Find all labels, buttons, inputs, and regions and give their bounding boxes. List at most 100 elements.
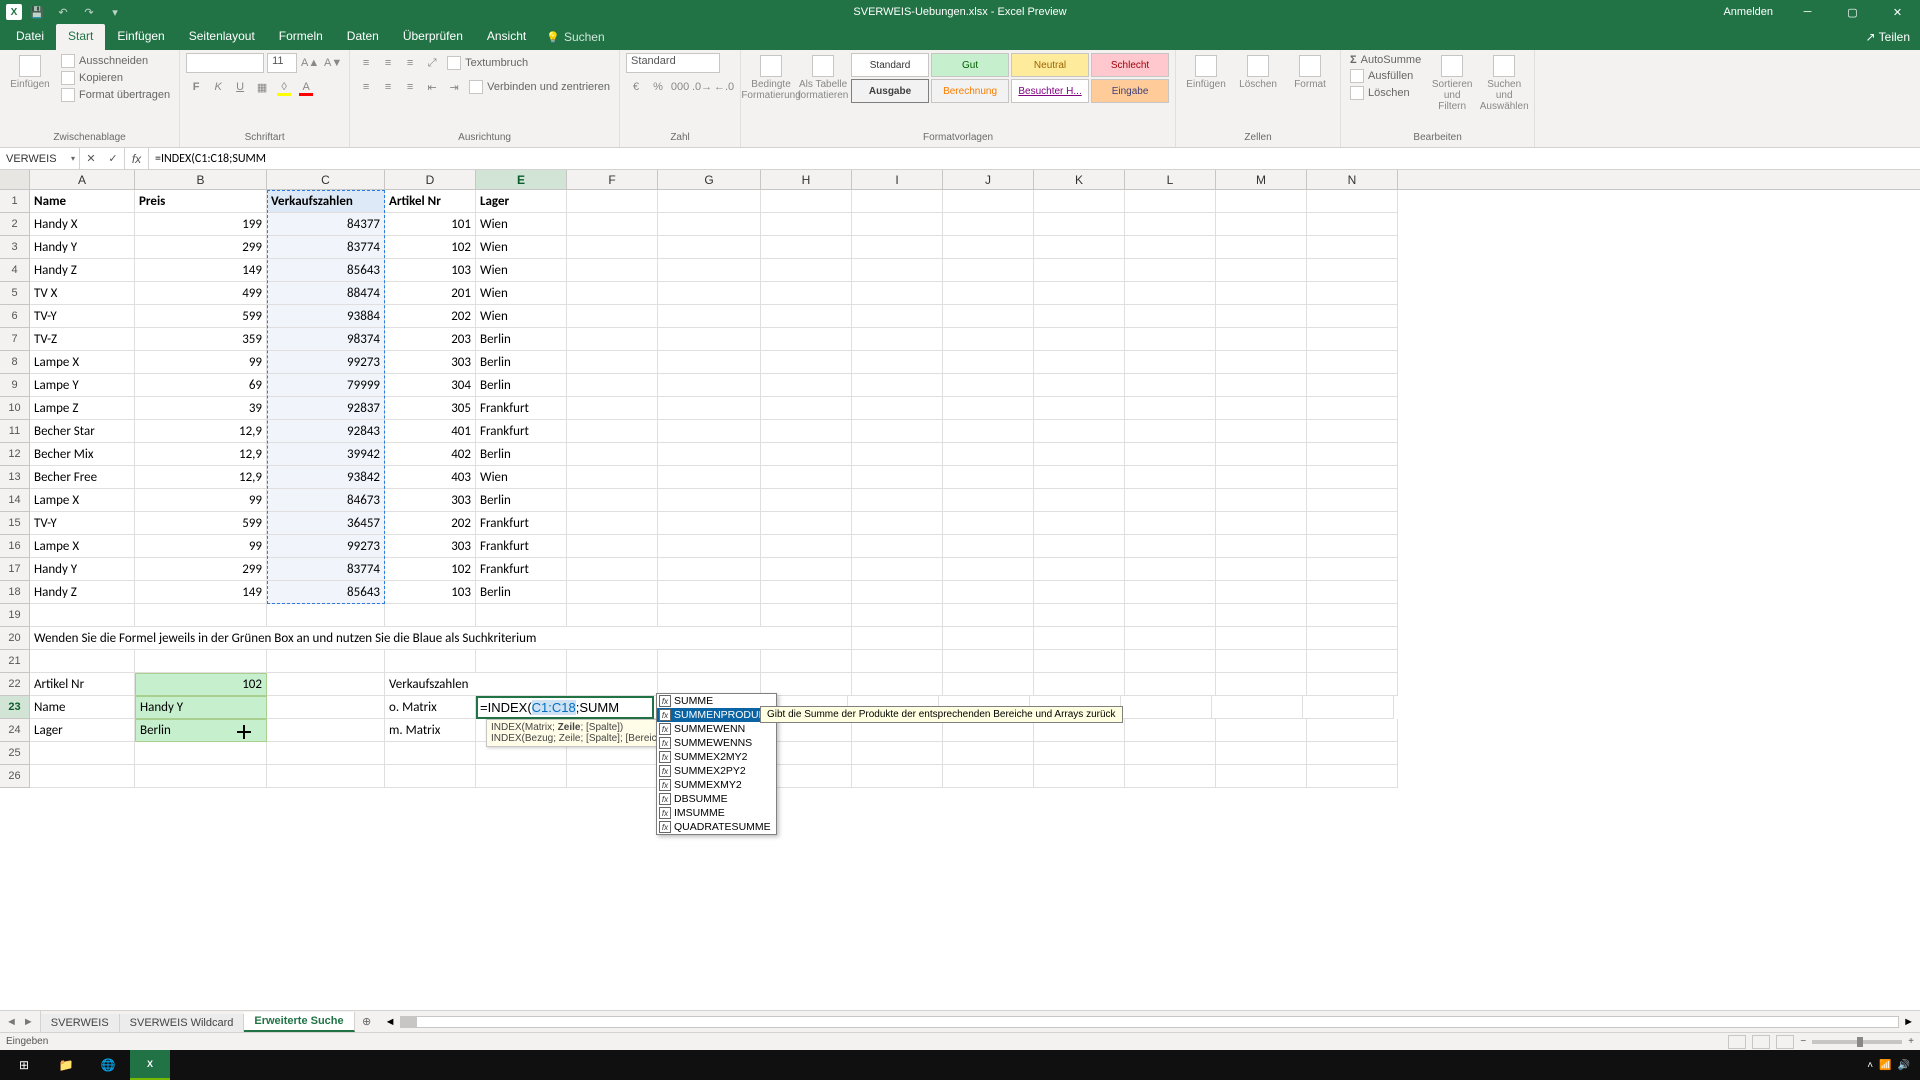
cell[interactable]: [1125, 719, 1216, 742]
cell[interactable]: [658, 374, 761, 397]
cell[interactable]: 99: [135, 489, 267, 512]
cell[interactable]: [1125, 397, 1216, 420]
signin-link[interactable]: Anmelden: [1711, 6, 1785, 18]
cell[interactable]: [852, 443, 943, 466]
column-header-L[interactable]: L: [1125, 170, 1216, 189]
row-header-11[interactable]: 11: [0, 420, 29, 443]
cell[interactable]: [658, 328, 761, 351]
cell[interactable]: [852, 282, 943, 305]
conditional-formatting-button[interactable]: Bedingte Formatierung: [747, 53, 795, 103]
add-sheet-button[interactable]: ⊕: [355, 1011, 379, 1032]
cell[interactable]: TV-Y: [30, 305, 135, 328]
cell[interactable]: Name: [30, 696, 135, 719]
italic-button[interactable]: K: [208, 77, 228, 97]
row-header-4[interactable]: 4: [0, 259, 29, 282]
cell[interactable]: [1216, 328, 1307, 351]
increase-indent-button[interactable]: ⇥: [444, 77, 464, 97]
row-header-18[interactable]: 18: [0, 581, 29, 604]
cell[interactable]: [30, 742, 135, 765]
cell[interactable]: [1125, 535, 1216, 558]
cell[interactable]: Berlin: [476, 328, 567, 351]
cell[interactable]: [1216, 213, 1307, 236]
copy-button[interactable]: Kopieren: [58, 70, 173, 86]
column-header-D[interactable]: D: [385, 170, 476, 189]
cell[interactable]: [658, 351, 761, 374]
cell[interactable]: Handy Y: [135, 696, 267, 719]
cell[interactable]: [1034, 305, 1125, 328]
cell[interactable]: [1034, 420, 1125, 443]
cell[interactable]: [567, 673, 658, 696]
tab-data[interactable]: Daten: [335, 24, 391, 50]
taskbar-excel-icon[interactable]: X: [130, 1050, 170, 1080]
cell[interactable]: 92843: [267, 420, 385, 443]
font-color-button[interactable]: A: [296, 77, 316, 97]
row-header-25[interactable]: 25: [0, 742, 29, 765]
cell[interactable]: 149: [135, 259, 267, 282]
row-header-20[interactable]: 20: [0, 627, 29, 650]
cell[interactable]: [1034, 351, 1125, 374]
cell[interactable]: [567, 581, 658, 604]
view-page-break-button[interactable]: [1776, 1035, 1794, 1049]
cell[interactable]: [1034, 236, 1125, 259]
cell[interactable]: 39: [135, 397, 267, 420]
column-header-M[interactable]: M: [1216, 170, 1307, 189]
cell[interactable]: [1034, 742, 1125, 765]
cell[interactable]: 202: [385, 305, 476, 328]
cell[interactable]: Lampe X: [30, 489, 135, 512]
column-header-I[interactable]: I: [852, 170, 943, 189]
cell[interactable]: [1307, 236, 1398, 259]
cell[interactable]: [1307, 650, 1398, 673]
cell[interactable]: [267, 719, 385, 742]
cell[interactable]: [1121, 696, 1212, 719]
cell[interactable]: [761, 558, 852, 581]
cell[interactable]: [761, 259, 852, 282]
cell[interactable]: [1216, 581, 1307, 604]
cell[interactable]: [658, 558, 761, 581]
increase-decimal-button[interactable]: .0→: [692, 77, 712, 97]
cell[interactable]: [1307, 512, 1398, 535]
cell[interactable]: [1307, 558, 1398, 581]
fill-button[interactable]: Ausfüllen: [1347, 68, 1424, 84]
cell[interactable]: 84377: [267, 213, 385, 236]
tab-insert[interactable]: Einfügen: [105, 24, 176, 50]
cell[interactable]: [943, 558, 1034, 581]
cell[interactable]: [1034, 328, 1125, 351]
cell[interactable]: 99: [135, 351, 267, 374]
sheet-tab[interactable]: Erweiterte Suche: [244, 1012, 354, 1032]
cell[interactable]: [852, 259, 943, 282]
zoom-slider[interactable]: [1812, 1040, 1902, 1044]
cell[interactable]: [1125, 765, 1216, 788]
tell-me-search[interactable]: 💡 Suchen: [538, 24, 612, 50]
currency-button[interactable]: €: [626, 77, 646, 97]
cell[interactable]: Frankfurt: [476, 558, 567, 581]
sheet-tab[interactable]: SVERWEIS Wildcard: [120, 1014, 245, 1032]
shrink-font-button[interactable]: A▼: [323, 53, 343, 73]
cell[interactable]: [943, 604, 1034, 627]
cell[interactable]: [567, 420, 658, 443]
name-box[interactable]: VERWEIS: [0, 148, 80, 169]
cell[interactable]: [1307, 328, 1398, 351]
cell[interactable]: [658, 420, 761, 443]
cell[interactable]: [852, 305, 943, 328]
cell[interactable]: [943, 535, 1034, 558]
cell[interactable]: [658, 604, 761, 627]
tab-review[interactable]: Überprüfen: [391, 24, 475, 50]
style-eingabe[interactable]: Eingabe: [1091, 79, 1169, 103]
cell[interactable]: Wenden Sie die Formel jeweils in der Grü…: [30, 627, 852, 650]
cell[interactable]: [761, 374, 852, 397]
insert-cells-button[interactable]: Einfügen: [1182, 53, 1230, 92]
cell[interactable]: Wien: [476, 305, 567, 328]
cell[interactable]: [1216, 742, 1307, 765]
bold-button[interactable]: F: [186, 77, 206, 97]
cell[interactable]: [1125, 443, 1216, 466]
cell[interactable]: [1216, 351, 1307, 374]
cell[interactable]: [852, 213, 943, 236]
cell[interactable]: 85643: [267, 259, 385, 282]
cell[interactable]: Lager: [476, 190, 567, 213]
cell[interactable]: [1034, 466, 1125, 489]
cancel-formula-button[interactable]: ✕: [80, 152, 102, 165]
cell[interactable]: [1125, 420, 1216, 443]
cell[interactable]: Berlin: [476, 351, 567, 374]
cell[interactable]: [567, 328, 658, 351]
cell[interactable]: Wien: [476, 466, 567, 489]
